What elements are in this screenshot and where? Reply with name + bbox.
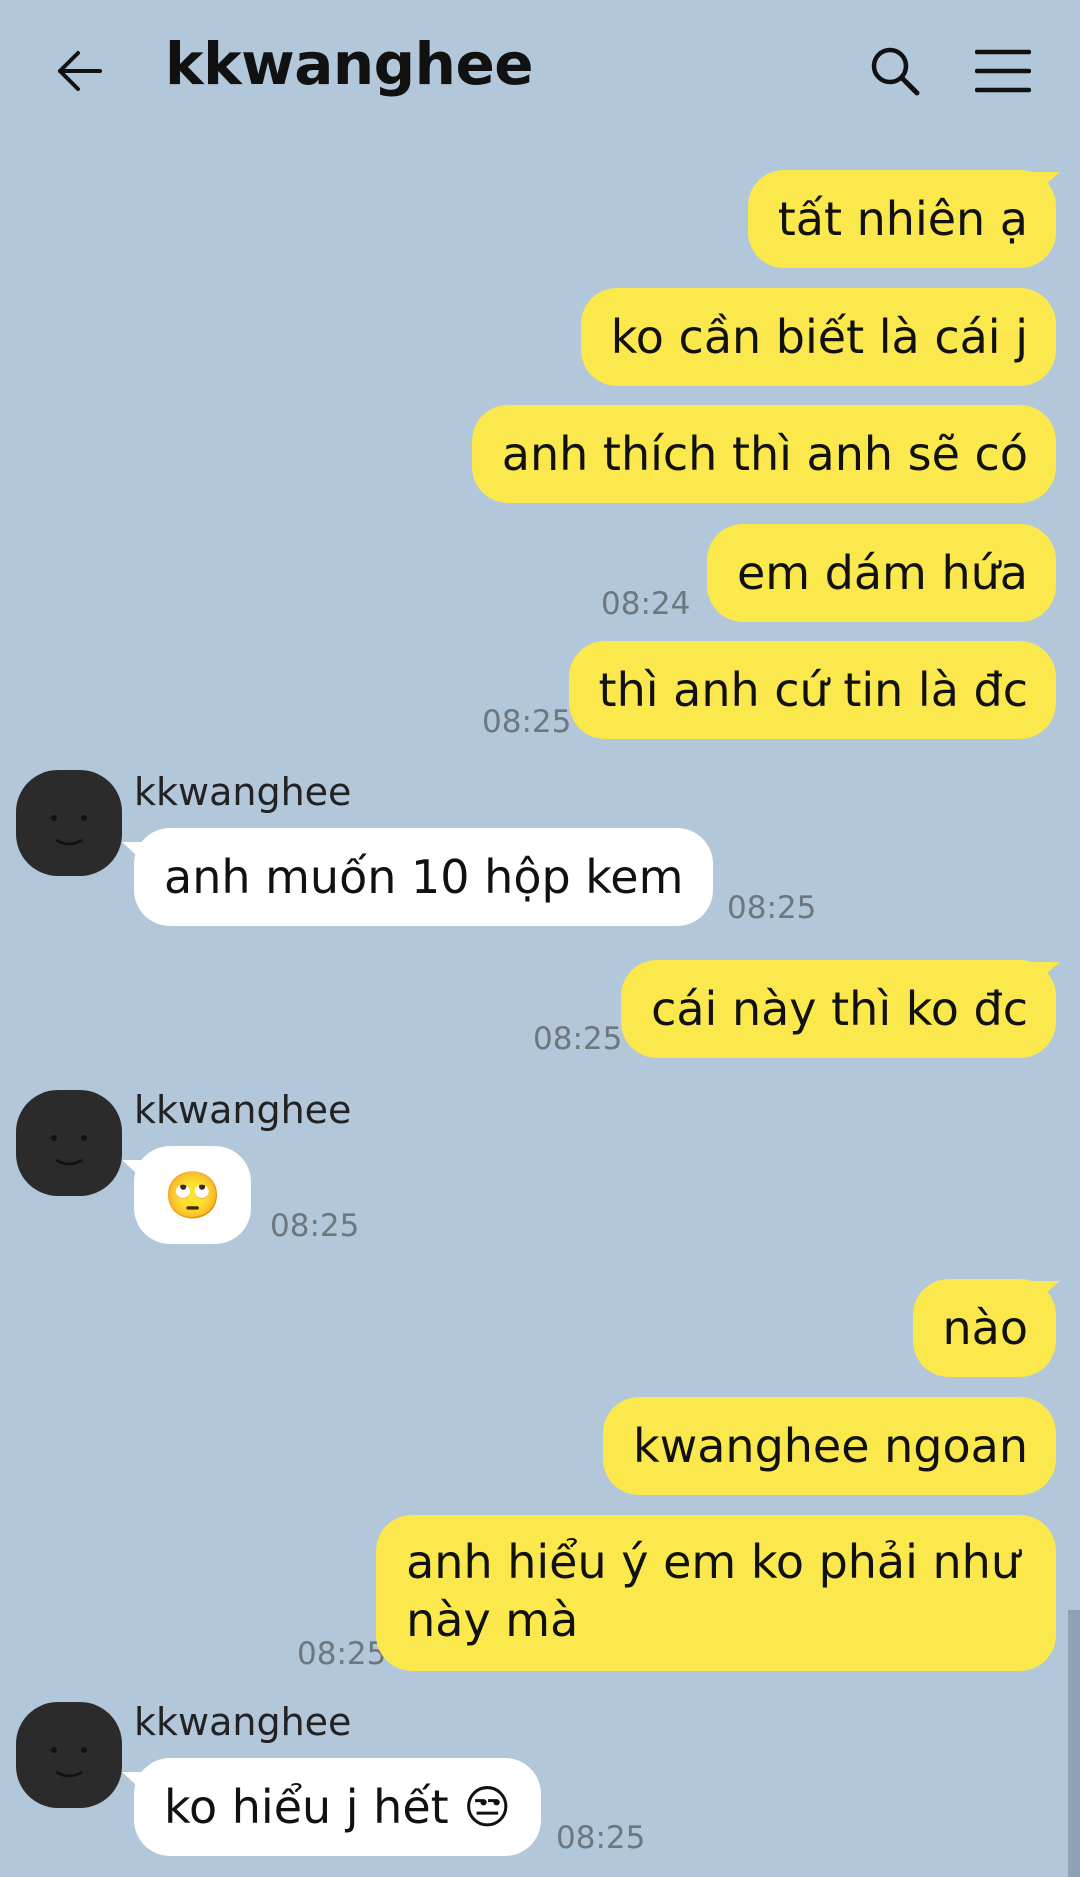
sender-name: kkwanghee [134,770,352,814]
chat-header: kkwanghee [0,0,1080,140]
message-timestamp: 08:25 [270,1208,360,1244]
sender-name: kkwanghee [134,1700,352,1744]
outgoing-message[interactable]: anh hiểu ý em ko phải như này mà [376,1515,1056,1671]
message-timestamp: 08:25 [727,890,817,926]
avatar[interactable] [16,1702,122,1808]
outgoing-message[interactable]: cái này thì ko đc [621,960,1056,1058]
outgoing-message[interactable]: tất nhiên ạ [747,170,1056,268]
outgoing-message[interactable]: kwanghee ngoan [602,1397,1056,1495]
incoming-message[interactable]: anh muốn 10 hộp kem [134,828,714,926]
message-timestamp: 08:25 [482,704,572,740]
outgoing-message[interactable]: thì anh cứ tin là đc [568,641,1056,739]
hamburger-menu-icon [975,49,1031,93]
menu-button[interactable] [968,36,1038,106]
avatar[interactable] [16,1090,122,1196]
outgoing-message[interactable]: anh thích thì anh sẽ có [471,405,1056,503]
sender-name: kkwanghee [134,1088,352,1132]
message-timestamp: 08:25 [556,1820,646,1856]
message-line: anh hiểu ý em ko phải như [406,1535,1020,1589]
message-timestamp: 08:25 [297,1636,387,1672]
scrollbar[interactable] [1068,1610,1080,1877]
avatar-face-icon [16,1702,122,1808]
search-button[interactable] [860,36,930,106]
search-icon [871,47,920,96]
message-line: này mà [406,1593,579,1647]
message-timestamp: 08:25 [533,1021,623,1057]
avatar-face-icon [16,770,122,876]
outgoing-message[interactable]: em dám hứa [706,524,1056,622]
message-timestamp: 08:24 [601,586,691,622]
outgoing-message[interactable]: ko cần biết là cái j [580,288,1056,386]
back-button[interactable] [44,36,114,106]
incoming-message[interactable]: ko hiểu j hết 😒 [134,1758,542,1856]
arrow-left-icon [58,51,102,91]
avatar-face-icon [16,1090,122,1196]
outgoing-message[interactable]: nào [912,1279,1056,1377]
chat-title: kkwanghee [165,30,534,98]
avatar[interactable] [16,770,122,876]
incoming-message[interactable]: 🙄 [134,1146,252,1244]
